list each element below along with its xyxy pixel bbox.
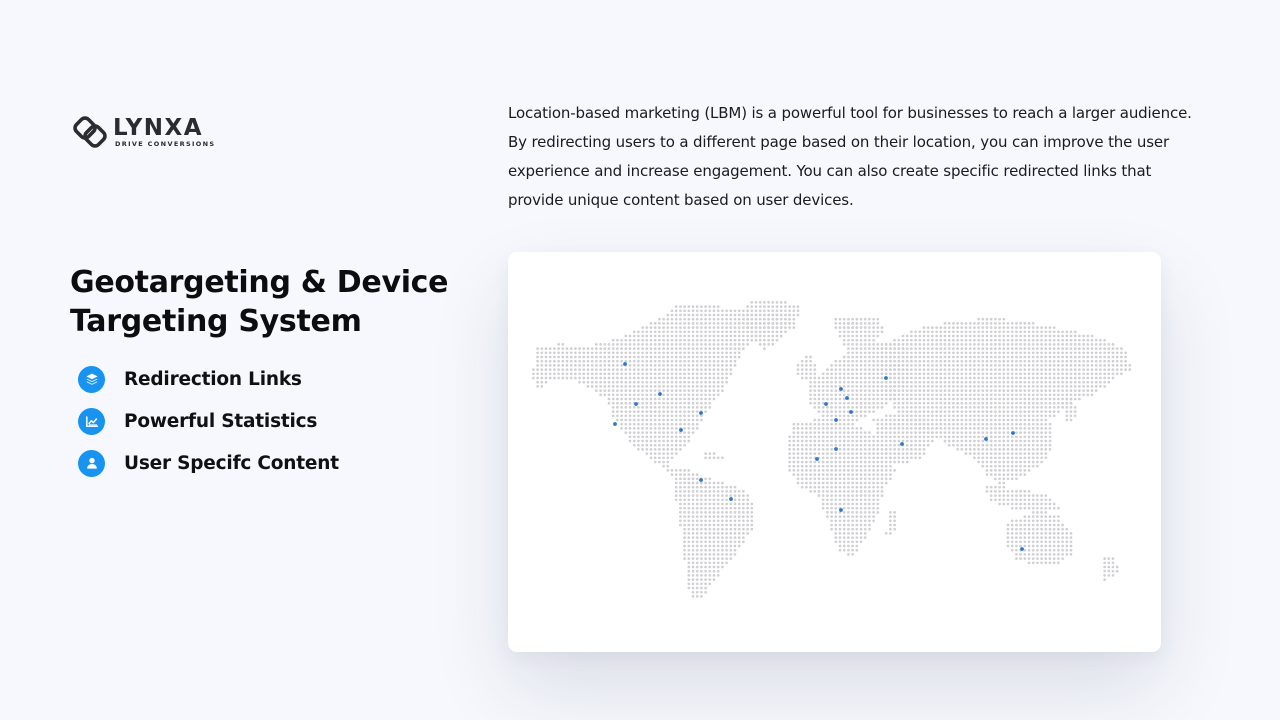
location-marker-icon [839,508,843,512]
layers-icon [78,365,105,393]
location-marker-icon [623,362,627,366]
location-marker-icon [815,457,819,461]
location-marker-icon [900,442,904,446]
map-card [508,252,1161,652]
feature-item-user-specific-content: User Specifc Content [78,448,339,478]
feature-label: Powerful Statistics [124,410,318,432]
location-marker-icon [834,447,838,451]
location-marker-icon [849,410,853,414]
brand-text: LYNXA DRIVE CONVERSIONS [113,116,215,149]
feature-item-redirection-links: Redirection Links [78,364,339,394]
location-marker-icon [613,422,617,426]
brand-logo[interactable]: LYNXA DRIVE CONVERSIONS [72,112,215,152]
location-marker-icon [834,418,838,422]
brand-name: LYNXA [113,114,204,141]
location-marker-icon [658,392,662,396]
map-dots [532,301,1132,598]
feature-label: User Specifc Content [124,452,339,474]
location-marker-icon [1020,547,1024,551]
location-marker-icon [839,387,843,391]
chart-icon [78,407,105,435]
location-marker-icon [824,402,828,406]
location-marker-icon [729,497,733,501]
dotted-world-map [532,301,1132,598]
interlocking-links-icon [73,116,107,148]
location-marker-icon [845,396,849,400]
location-marker-icon [634,402,638,406]
feature-list: Redirection Links Powerful Statistics Us… [78,364,339,490]
feature-label: Redirection Links [124,368,302,390]
location-marker-icon [984,437,988,441]
location-marker-icon [679,428,683,432]
location-marker-icon [699,478,703,482]
feature-item-powerful-statistics: Powerful Statistics [78,406,339,436]
location-marker-icon [884,376,888,380]
brand-tagline: DRIVE CONVERSIONS [115,139,216,148]
description-text: Location-based marketing (LBM) is a powe… [508,104,1192,209]
location-marker-icon [699,411,703,415]
page-title: Geotargeting & Device Targeting System [70,265,449,339]
user-icon [78,449,105,477]
location-marker-icon [1011,431,1015,435]
